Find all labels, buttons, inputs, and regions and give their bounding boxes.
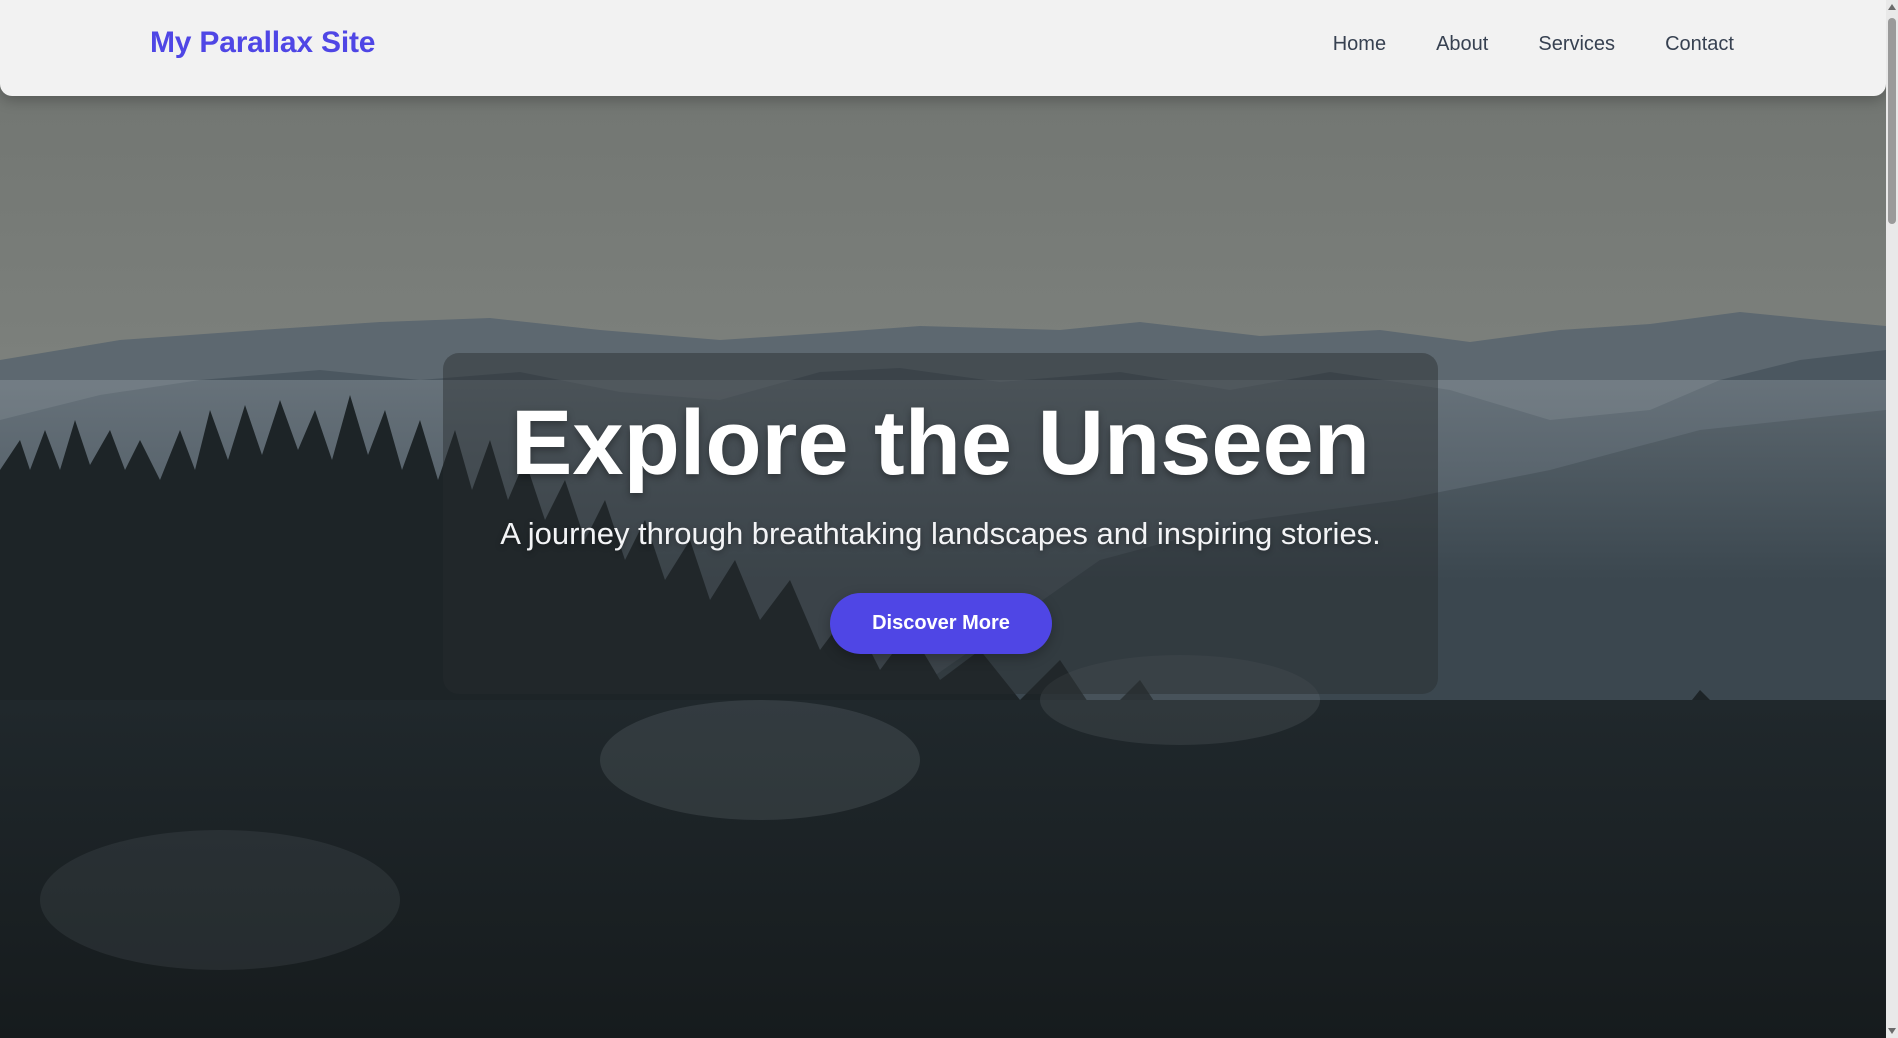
hero-title: Explore the Unseen (511, 392, 1370, 494)
hero-card: Explore the Unseen A journey through bre… (443, 353, 1438, 694)
nav-link-services[interactable]: Services (1538, 33, 1615, 56)
scroll-up-arrow-icon[interactable] (1888, 4, 1896, 10)
site-brand-logo[interactable]: My Parallax Site (150, 26, 375, 60)
nav-link-about[interactable]: About (1436, 33, 1488, 56)
nav-link-contact[interactable]: Contact (1665, 33, 1734, 56)
scrollbar-thumb[interactable] (1888, 18, 1896, 224)
page-viewport: My Parallax Site Home About Services Con… (0, 0, 1886, 1038)
nav-link-home[interactable]: Home (1333, 33, 1386, 56)
discover-more-button[interactable]: Discover More (830, 593, 1052, 654)
page-scrollbar[interactable] (1886, 0, 1898, 1038)
scroll-down-arrow-icon[interactable] (1888, 1028, 1896, 1034)
nav-links: Home About Services Contact (1333, 33, 1734, 56)
top-navbar: My Parallax Site Home About Services Con… (0, 0, 1886, 96)
hero-subtitle: A journey through breathtaking landscape… (500, 516, 1381, 551)
